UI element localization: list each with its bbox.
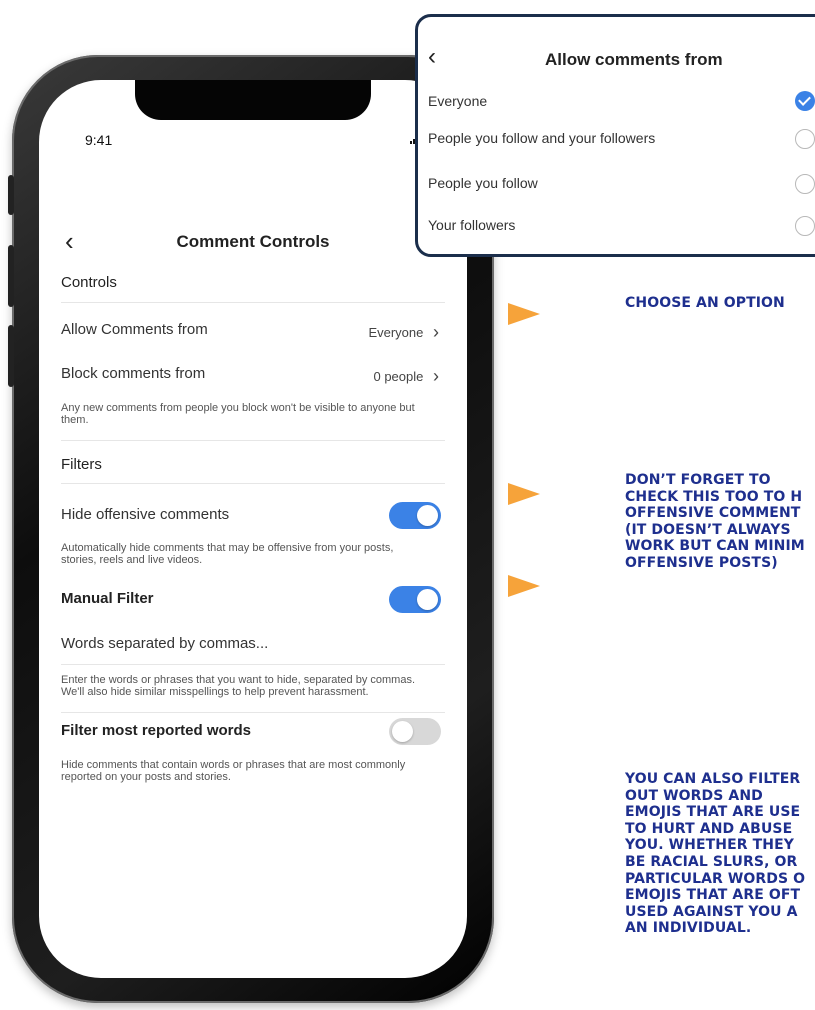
allow-comments-label: Allow Comments from [61, 321, 208, 338]
allow-comments-value: Everyone › [368, 321, 439, 342]
phone-notch [135, 80, 371, 120]
manual-filter-label: Manual Filter [61, 590, 154, 607]
divider [61, 302, 445, 303]
block-value-text: 0 people [373, 369, 424, 384]
divider [61, 440, 445, 441]
toggle-knob [392, 721, 413, 742]
callout-hide-offensive: DON’T FORGET TO CHECK THIS TOO TO H OFFE… [625, 472, 805, 571]
callout-choose-option: CHOOSE AN OPTION [625, 295, 785, 311]
hide-offensive-toggle[interactable] [389, 502, 441, 529]
radio-checked-icon [795, 91, 815, 111]
option-label: People you follow [428, 175, 538, 191]
most-reported-note: Hide comments that contain words or phra… [61, 759, 406, 783]
option-label: People you follow and your followers [428, 130, 656, 146]
hide-offensive-note: Automatically hide comments that may be … [61, 542, 394, 566]
back-chevron-icon[interactable]: ‹ [428, 45, 436, 69]
page-title: Comment Controls [176, 232, 330, 251]
block-comments-value: 0 people › [373, 365, 439, 386]
phone-volume-up [8, 245, 14, 307]
manual-filter-toggle[interactable] [389, 586, 441, 613]
divider [61, 664, 445, 665]
option-people-you-follow[interactable]: People you follow [428, 174, 815, 197]
status-time: 9:41 [85, 132, 113, 148]
chevron-right-icon: › [433, 366, 439, 386]
most-reported-toggle[interactable] [389, 718, 441, 745]
manual-filter-note: Enter the words or phrases that you want… [61, 674, 416, 698]
allow-value-text: Everyone [368, 325, 424, 340]
radio-empty-icon [795, 174, 815, 194]
chevron-right-icon: › [433, 322, 439, 342]
callout-filter-words: YOU CAN ALSO FILTER OUT WORDS AND EMOJIS… [625, 771, 806, 937]
option-label: Everyone [428, 93, 488, 109]
popout-title: Allow comments from [545, 50, 723, 69]
option-everyone[interactable]: Everyone [428, 91, 815, 115]
hide-offensive-row: Hide offensive comments [61, 502, 445, 532]
allow-comments-row[interactable]: Allow Comments from Everyone › [61, 321, 445, 343]
toggle-knob [417, 505, 438, 526]
option-label: Your followers [428, 217, 516, 233]
block-comments-row[interactable]: Block comments from 0 people › [61, 365, 445, 387]
option-follow-and-followers[interactable]: People you follow and your followers [428, 129, 815, 152]
most-reported-label: Filter most reported words [61, 722, 252, 739]
radio-empty-icon [795, 216, 815, 236]
controls-heading: Controls [61, 274, 117, 291]
hide-offensive-label: Hide offensive comments [61, 506, 230, 523]
divider [61, 483, 445, 484]
manual-filter-input[interactable]: Words separated by commas... [61, 635, 445, 659]
toggle-knob [417, 589, 438, 610]
block-comments-label: Block comments from [61, 365, 206, 382]
block-note: Any new comments from people you block w… [61, 402, 415, 426]
phone-volume-down [8, 325, 14, 387]
divider [61, 712, 445, 713]
radio-empty-icon [795, 129, 815, 149]
option-your-followers[interactable]: Your followers [428, 216, 815, 239]
most-reported-row: Filter most reported words [61, 718, 445, 748]
filters-heading: Filters [61, 456, 102, 473]
allow-comments-popout: ‹ Allow comments from Everyone People yo… [415, 14, 815, 257]
phone-screen: 9:41 ‹ Comment Controls Controls Allow C… [39, 80, 467, 978]
phone-silent-switch [8, 175, 14, 215]
manual-filter-row: Manual Filter [61, 586, 445, 616]
